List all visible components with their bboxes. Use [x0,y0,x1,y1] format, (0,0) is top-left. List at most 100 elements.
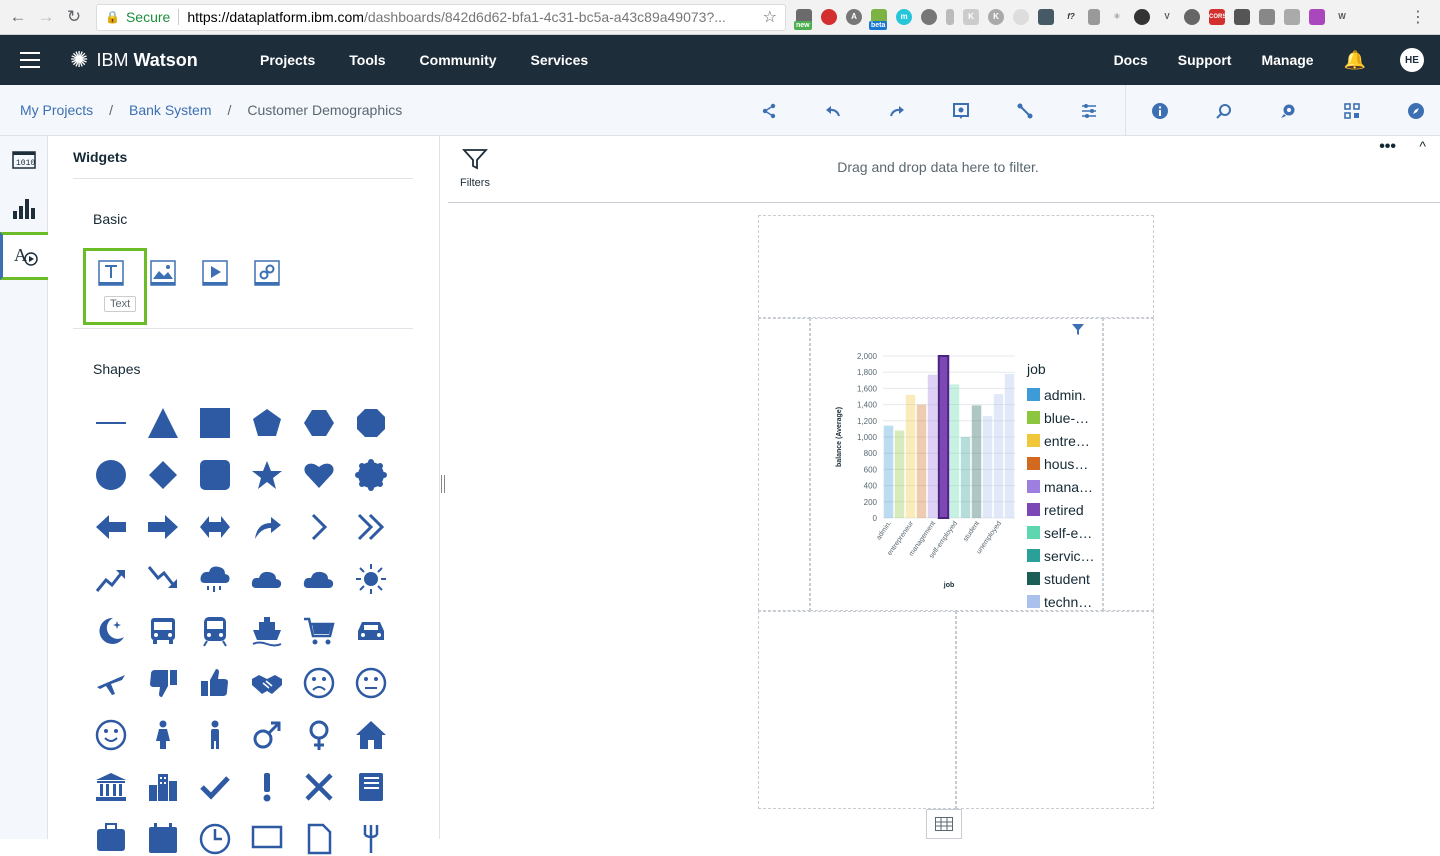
assistant-icon[interactable] [1274,97,1302,125]
refresh-search-icon[interactable] [1210,97,1238,125]
extension-shield-icon[interactable] [821,9,837,25]
extension-w-icon[interactable]: W [1334,9,1350,25]
double-chevron-shape-icon[interactable] [354,510,388,544]
extension-pin-icon[interactable] [946,9,954,25]
legend-item[interactable]: student [1027,567,1095,590]
extension-gray-square-2-icon[interactable] [1284,9,1300,25]
legend-item[interactable]: techn… [1027,590,1095,613]
cloud-shape-icon[interactable] [250,562,284,596]
extension-beta-icon[interactable]: beta [869,9,888,30]
extension-target-icon[interactable] [1184,9,1200,25]
layout-cell[interactable] [956,611,1154,809]
forward-icon[interactable]: → [32,7,60,27]
hexagon-shape-icon[interactable] [302,406,336,440]
pentagon-shape-icon[interactable] [250,406,284,440]
breadcrumb-my-projects[interactable]: My Projects [20,102,93,118]
book-shape-icon[interactable] [354,770,388,804]
text-widget-icon[interactable] [98,260,124,286]
city-shape-icon[interactable] [146,770,180,804]
extension-react-icon[interactable]: ⚛ [1109,9,1125,25]
avatar[interactable]: HE [1400,48,1424,72]
extension-pen-icon[interactable] [1088,9,1100,25]
legend-item[interactable]: hous… [1027,452,1095,475]
legend-item[interactable]: mana… [1027,475,1095,498]
document-shape-icon[interactable] [302,822,336,856]
cart-shape-icon[interactable] [302,614,336,648]
arrow-right-shape-icon[interactable] [146,510,180,544]
man-shape-icon[interactable] [198,718,232,752]
octagon-shape-icon[interactable] [354,406,388,440]
bookmark-star-icon[interactable]: ☆ [763,7,777,27]
data-source-icon[interactable]: 1010 [0,136,48,184]
sad-face-shape-icon[interactable] [302,666,336,700]
happy-face-shape-icon[interactable] [94,718,128,752]
extension-abp-icon[interactable]: A [846,9,862,25]
table-grid-icon[interactable] [926,809,962,839]
airplane-shape-icon[interactable] [94,666,128,700]
extension-swirl-icon[interactable] [1013,9,1029,25]
nav-support[interactable]: Support [1178,52,1232,68]
extension-gear-icon[interactable] [921,9,937,25]
connect-icon[interactable] [1011,97,1039,125]
collapse-chevron-icon[interactable]: ^ [1419,138,1426,154]
browser-menu-icon[interactable]: ⋮ [1410,7,1426,27]
circle-shape-icon[interactable] [94,458,128,492]
reload-icon[interactable]: ↻ [60,7,88,27]
extension-v-icon[interactable]: V [1159,9,1175,25]
line-shape-icon[interactable] [94,406,128,440]
widgets-rail-icon[interactable]: A [0,232,54,280]
properties-icon[interactable] [1075,97,1103,125]
arrow-curved-shape-icon[interactable] [250,510,284,544]
explore-compass-icon[interactable] [1402,97,1430,125]
extension-function-icon[interactable]: f? [1063,9,1079,25]
trend-down-shape-icon[interactable] [146,562,180,596]
clock-shape-icon[interactable] [198,822,232,856]
extension-cors-icon[interactable]: CORS [1209,9,1226,25]
media-widget-icon[interactable] [202,260,228,286]
monitor-shape-icon[interactable] [250,822,284,856]
breadcrumb-bank-system[interactable]: Bank System [129,102,211,118]
legend-item[interactable]: servic… [1027,544,1095,567]
webpage-widget-icon[interactable] [254,260,280,286]
chart-filter-icon[interactable] [1072,324,1084,338]
seal-shape-icon[interactable] [354,458,388,492]
ship-shape-icon[interactable] [250,614,284,648]
more-options-button[interactable]: ••• [1379,138,1396,156]
thumbs-down-shape-icon[interactable] [146,666,180,700]
triangle-shape-icon[interactable] [146,406,180,440]
car-shape-icon[interactable] [354,614,388,648]
sun-shape-icon[interactable] [354,562,388,596]
nav-manage[interactable]: Manage [1261,52,1313,68]
extension-grad-icon[interactable] [1234,9,1250,25]
chevron-right-shape-icon[interactable] [302,510,336,544]
extension-purple-icon[interactable] [1309,9,1325,25]
legend-item[interactable]: blue-… [1027,406,1095,429]
rounded-square-shape-icon[interactable] [198,458,232,492]
extension-new-icon[interactable]: new [794,9,812,30]
extension-circle-k-icon[interactable]: K [988,9,1004,25]
heart-shape-icon[interactable] [302,458,336,492]
arrow-left-shape-icon[interactable] [94,510,128,544]
woman-shape-icon[interactable] [146,718,180,752]
hamburger-menu-icon[interactable] [0,52,60,68]
layout-cell[interactable] [758,318,810,611]
checkmark-shape-icon[interactable] [198,770,232,804]
extension-k-icon[interactable]: K [963,9,979,25]
legend-item[interactable]: entre… [1027,429,1095,452]
image-widget-icon[interactable] [150,260,176,286]
extension-m-icon[interactable]: m [896,9,912,25]
layout-icon[interactable] [1338,97,1366,125]
undo-icon[interactable] [819,97,847,125]
legend-item[interactable]: admin. [1027,383,1095,406]
moon-shape-icon[interactable] [94,614,128,648]
star-shape-icon[interactable] [250,458,284,492]
calendar-shape-icon[interactable] [146,822,180,856]
visualizations-icon[interactable] [0,184,48,232]
trend-up-shape-icon[interactable] [94,562,128,596]
diamond-shape-icon[interactable] [146,458,180,492]
redo-icon[interactable] [883,97,911,125]
share-icon[interactable] [755,97,783,125]
extension-profile-icon[interactable] [1038,9,1054,25]
bank-shape-icon[interactable] [94,770,128,804]
neutral-face-shape-icon[interactable] [354,666,388,700]
